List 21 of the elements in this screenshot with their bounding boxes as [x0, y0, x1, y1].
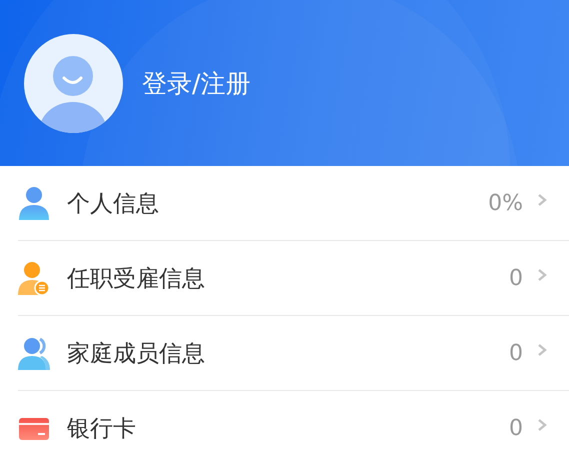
people-icon	[18, 336, 50, 370]
item-count: 0	[509, 416, 523, 440]
item-label: 银行卡	[67, 414, 137, 444]
item-label: 个人信息	[67, 190, 160, 218]
item-count: 0	[509, 340, 523, 366]
login-register-link[interactable]: 登录/注册	[142, 66, 250, 100]
person-list-icon	[18, 261, 50, 295]
item-count: 0	[509, 266, 523, 290]
item-count: 0%	[488, 190, 523, 216]
menu-item[interactable]: 银行卡 0	[18, 391, 569, 449]
item-label: 家庭成员信息	[67, 340, 206, 368]
item-label: 任职受雇信息	[67, 264, 206, 294]
chevron-icon	[537, 268, 547, 282]
menu-item[interactable]: 家庭成员信息 0	[18, 316, 569, 391]
chevron-icon	[537, 193, 547, 207]
menu-item[interactable]: 任职受雇信息 0	[18, 241, 569, 316]
avatar-icon[interactable]	[24, 34, 123, 132]
menu-item[interactable]: 个人信息 0%	[18, 166, 569, 241]
person-icon	[18, 186, 50, 220]
chevron-icon	[537, 418, 547, 432]
chevron-icon	[537, 343, 547, 357]
